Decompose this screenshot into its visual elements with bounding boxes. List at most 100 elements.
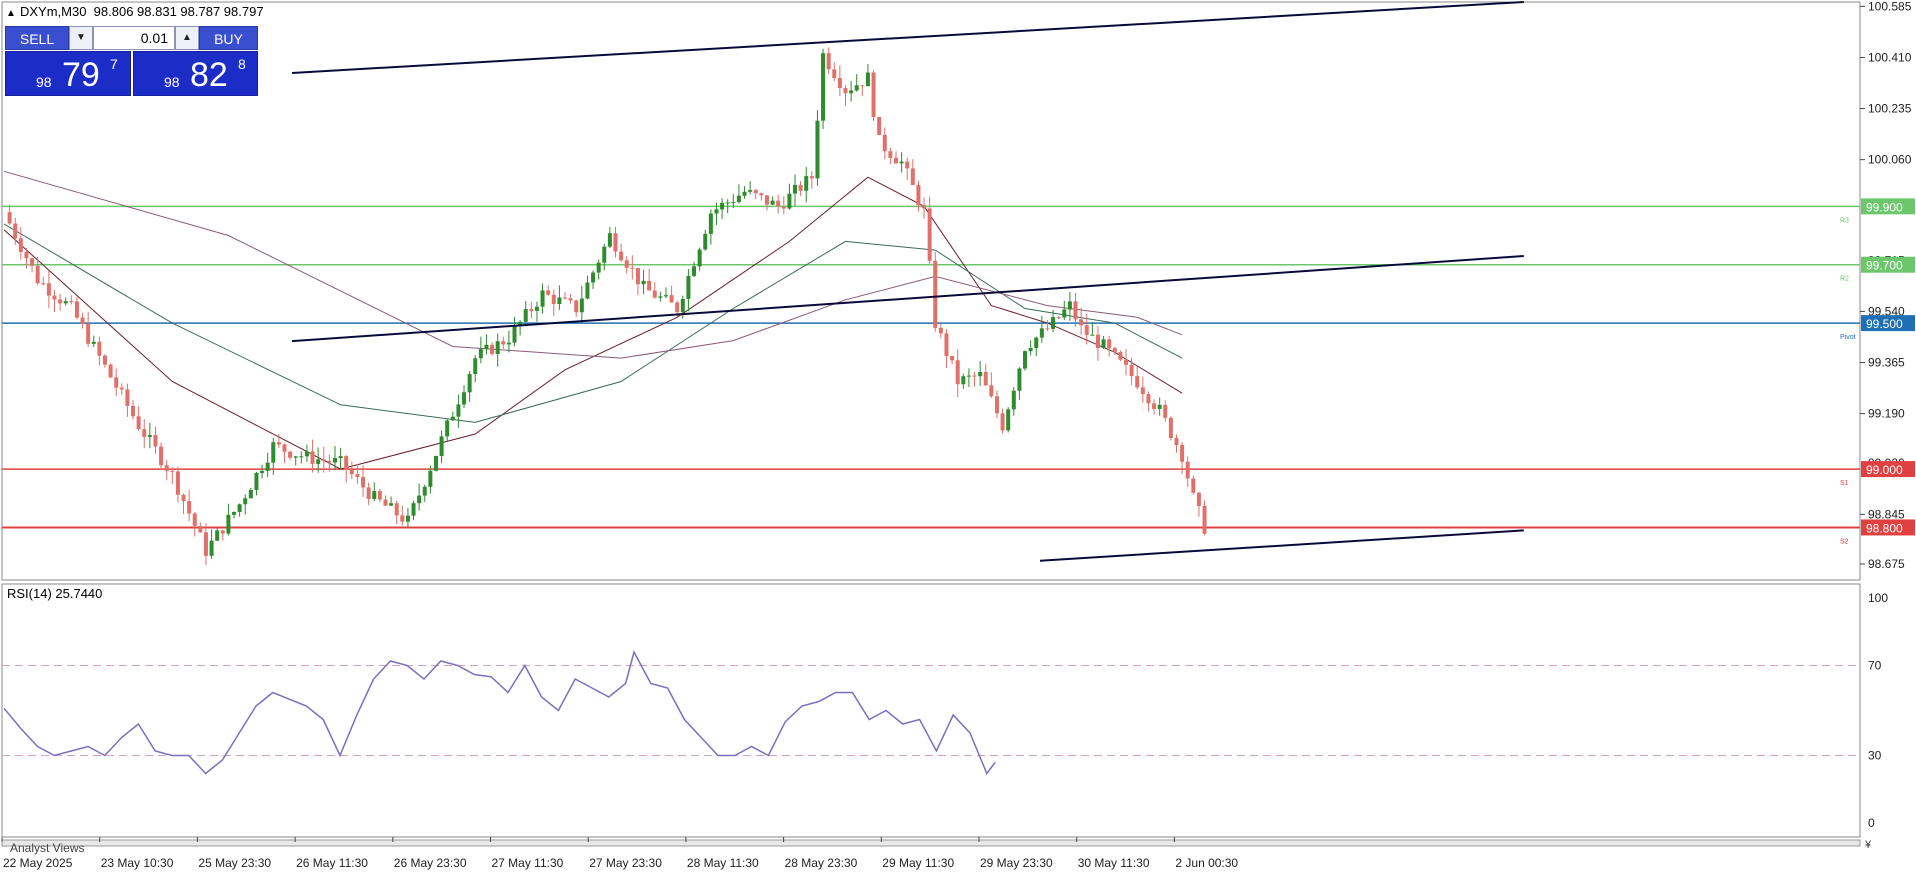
candle-bear [490, 344, 495, 354]
candle-bull [557, 297, 562, 305]
scroll-end-icon[interactable]: ¥ [1864, 839, 1872, 851]
lot-increase-button[interactable]: ▲ [175, 26, 199, 50]
candle-bear [41, 283, 46, 285]
candle-bear [933, 260, 938, 328]
sell-price-box[interactable]: 98 79 7 [5, 51, 131, 96]
buy-price-point: 8 [238, 56, 246, 72]
candle-bear [1180, 445, 1185, 462]
lot-decrease-button[interactable]: ▼ [69, 26, 93, 50]
buy-price-box[interactable]: 98 82 8 [133, 51, 258, 96]
candle-bear [58, 299, 63, 304]
level-code-s2: S2 [1840, 538, 1849, 545]
level-tag-label: 98.800 [1866, 521, 1903, 535]
candle-bear [24, 251, 29, 259]
candle-bull [725, 202, 730, 204]
price-tick-label: 98.675 [1868, 557, 1905, 571]
chart-root: R3 R2 Pivot S1 S2 98.675 98.845 99.190 99.365 99… [1, 0, 1915, 870]
level-tag-label: 99.500 [1866, 317, 1903, 331]
candle-bear [950, 355, 955, 361]
analyst-views-tab[interactable]: Analyst Views [10, 841, 84, 855]
candle-bear [546, 290, 551, 295]
candle-bear [1112, 348, 1117, 353]
candle-bear [394, 503, 399, 516]
candle-bear [366, 487, 371, 499]
candle-bull [658, 296, 663, 298]
candle-bull [731, 202, 736, 204]
candle-bear [108, 364, 113, 378]
main-chart-frame[interactable] [1, 1, 1861, 581]
candle-bull [304, 451, 309, 457]
candle-bear [142, 429, 147, 437]
candle-bear [843, 88, 848, 94]
candle-bull [961, 376, 966, 385]
time-tick-label: 26 May 23:30 [394, 856, 467, 870]
candle-bear [994, 396, 999, 414]
candle-bear [781, 206, 786, 209]
candle-bull [523, 309, 528, 322]
candle-bull [506, 342, 511, 345]
candle-bull [226, 514, 231, 534]
candle-bear [1174, 438, 1179, 446]
candle-bull [260, 470, 265, 474]
rsi-panel-frame[interactable] [1, 583, 1861, 838]
candle-bear [181, 494, 186, 502]
candle-bear [159, 446, 164, 466]
candle-bull [405, 515, 410, 522]
price-tick-label: 98.845 [1868, 507, 1905, 521]
sell-price-prefix: 98 [36, 74, 52, 90]
candle-bear [136, 416, 141, 430]
candle-bear [327, 460, 332, 463]
candle-bear [102, 355, 107, 365]
candle-bull [686, 275, 691, 299]
time-tick-label: 22 May 2025 [3, 856, 73, 870]
candle-bull [966, 375, 971, 377]
candle-bear [282, 444, 287, 452]
candle-bull [422, 486, 427, 496]
candle-bear [170, 470, 175, 472]
candle-bull [1157, 404, 1162, 409]
candle-bear [675, 302, 680, 313]
candle-bull [265, 462, 270, 471]
symbol-header: DXYm,M30 98.806 98.831 98.787 98.797 [20, 4, 264, 19]
rsi-tick-label: 0 [1868, 816, 1875, 830]
candle-bear [1152, 403, 1157, 409]
candle-bear [1191, 478, 1196, 493]
candle-bull [703, 233, 708, 250]
candle-bear [983, 372, 988, 386]
candle-bear [1146, 394, 1151, 404]
candle-bull [254, 473, 259, 490]
candle-bull [147, 434, 152, 437]
candle-bull [1034, 337, 1039, 349]
candle-bull [849, 90, 854, 94]
candle-bear [927, 208, 932, 261]
candle-bear [1118, 352, 1123, 360]
lot-size-input[interactable]: 0.01 [93, 26, 175, 50]
candle-bull [596, 262, 601, 273]
candle-bull [641, 280, 646, 285]
level-tag-label: 99.000 [1866, 463, 1903, 477]
candle-bear [1095, 334, 1100, 348]
time-tick-label: 28 May 11:30 [687, 856, 759, 870]
candle-bear [1129, 364, 1134, 377]
candle-bear [1079, 319, 1084, 326]
candle-bull [1017, 368, 1022, 391]
candle-bull [271, 442, 276, 463]
candle-bull [372, 491, 377, 499]
candle-bull [433, 455, 438, 471]
candle-bear [69, 301, 74, 303]
candle-bull [1062, 309, 1067, 318]
candle-bear [35, 265, 40, 284]
candle-bear [809, 176, 814, 179]
candle-bear [220, 530, 225, 534]
candle-bull [815, 120, 820, 179]
buy-price-prefix: 98 [164, 74, 180, 90]
candle-bull [602, 246, 607, 263]
symbol-arrow-icon[interactable]: ▲ [6, 8, 16, 19]
candle-bear [114, 377, 119, 388]
buy-button[interactable]: BUY [199, 26, 258, 50]
sell-button[interactable]: SELL [5, 26, 69, 50]
candle-bull [456, 404, 461, 417]
candle-bear [871, 72, 876, 118]
candle-bull [770, 200, 775, 205]
candle-bull [473, 358, 478, 375]
